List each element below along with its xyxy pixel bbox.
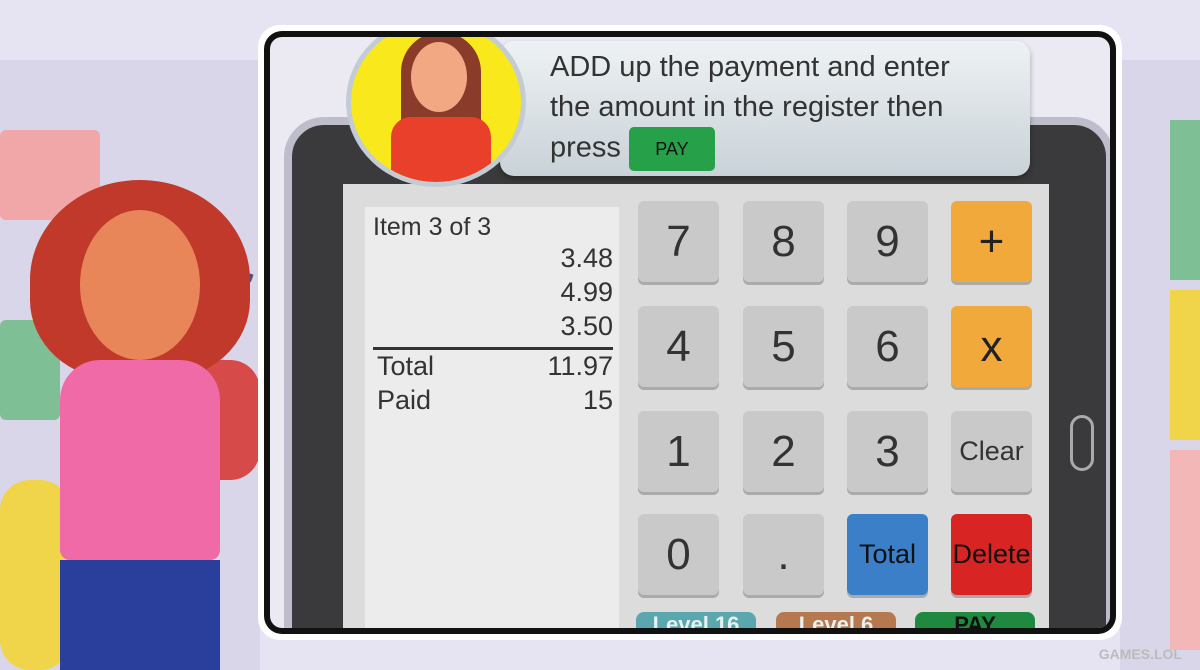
receipt-item: 3.48 bbox=[560, 243, 613, 273]
receipt-item: 3.50 bbox=[560, 311, 613, 341]
pay-button[interactable]: PAY bbox=[915, 612, 1035, 628]
key-5[interactable]: 5 bbox=[743, 306, 824, 387]
level-6-button[interactable]: Level 6 bbox=[776, 612, 896, 628]
level-16-button[interactable]: Level 16 bbox=[636, 612, 756, 628]
watermark-logo: GAMES.LOL bbox=[1098, 646, 1182, 662]
key-7[interactable]: 7 bbox=[638, 201, 719, 282]
key-multiply[interactable]: x bbox=[951, 306, 1032, 387]
key-6[interactable]: 6 bbox=[847, 306, 928, 387]
key-delete[interactable]: Delete bbox=[951, 514, 1032, 595]
customer-character bbox=[20, 180, 260, 670]
key-plus[interactable]: + bbox=[951, 201, 1032, 282]
game-window: Item 3 of 3 3.48 4.99 3.50 Total 11.97 P… bbox=[258, 25, 1122, 640]
store-shelf-right bbox=[1120, 60, 1200, 670]
key-9[interactable]: 9 bbox=[847, 201, 928, 282]
pay-badge: PAY bbox=[628, 127, 715, 171]
key-1[interactable]: 1 bbox=[638, 411, 719, 492]
receipt-divider bbox=[373, 347, 613, 350]
instruction-bubble: ADD up the payment and enter the amount … bbox=[500, 41, 1030, 176]
key-clear[interactable]: Clear bbox=[951, 411, 1032, 492]
key-0[interactable]: 0 bbox=[638, 514, 719, 595]
key-3[interactable]: 3 bbox=[847, 411, 928, 492]
key-total[interactable]: Total bbox=[847, 514, 928, 595]
receipt-panel: Item 3 of 3 3.48 4.99 3.50 Total 11.97 P… bbox=[365, 207, 619, 628]
total-label: Total bbox=[377, 351, 435, 381]
key-2[interactable]: 2 bbox=[743, 411, 824, 492]
paid-value: 15 bbox=[582, 385, 613, 415]
key-8[interactable]: 8 bbox=[743, 201, 824, 282]
paid-label: Paid bbox=[377, 385, 432, 415]
key-4[interactable]: 4 bbox=[638, 306, 719, 387]
instruction-line-2: the amount in the register then bbox=[550, 91, 944, 123]
receipt-item: 4.99 bbox=[560, 277, 613, 307]
home-button[interactable] bbox=[1070, 415, 1094, 471]
receipt-header: Item 3 of 3 bbox=[373, 213, 492, 241]
total-value: 11.97 bbox=[547, 351, 613, 381]
instruction-line-3: press bbox=[550, 131, 621, 164]
instruction-line-1: ADD up the payment and enter bbox=[550, 51, 950, 83]
key-decimal[interactable]: . bbox=[743, 514, 824, 595]
